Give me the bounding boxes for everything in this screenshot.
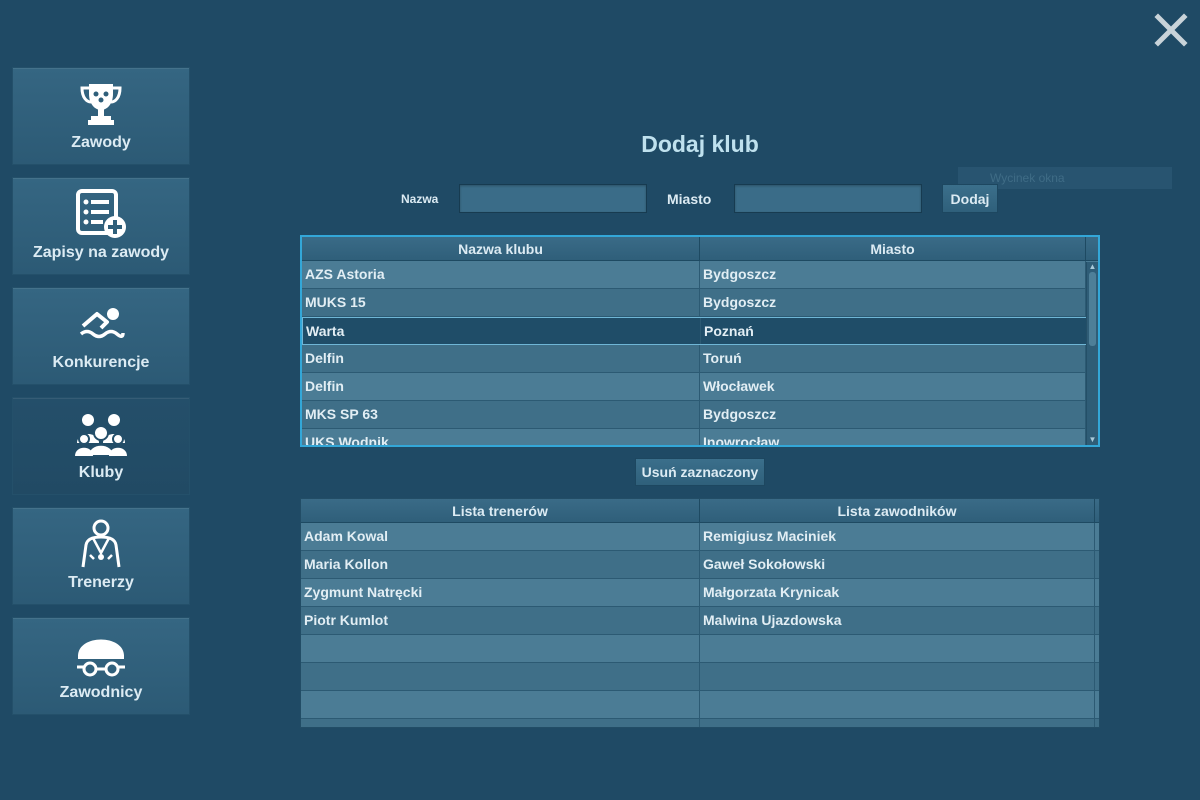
member-cell-a: Piotr Kumlot	[301, 607, 700, 634]
table-row[interactable]	[301, 719, 1099, 727]
add-club-button[interactable]: Dodaj	[942, 184, 998, 213]
scrollbar-thumb[interactable]	[1089, 272, 1096, 346]
nav-konkurencje-label: Konkurencje	[52, 354, 150, 371]
column-header-swimmers[interactable]: Lista zawodników	[700, 499, 1095, 522]
member-cell-a	[301, 663, 700, 690]
nav-zawodnicy-button[interactable]: Zawodnicy	[12, 617, 190, 715]
table-row[interactable]: Maria Kollon Gaweł Sokołowski	[301, 551, 1099, 579]
club-cell-b: Bydgoszcz	[700, 289, 1086, 316]
clubs-scrollbar[interactable]: ▲ ▼	[1086, 262, 1098, 445]
member-cell-b	[700, 719, 1095, 727]
swimmer-icon	[73, 298, 129, 350]
trophy-icon	[73, 78, 129, 130]
scroll-up-icon[interactable]: ▲	[1087, 262, 1098, 272]
swim-cap-goggles-icon	[73, 628, 129, 680]
sidebar: Zawody Zapisy na zawody Konkurencje Klub…	[12, 67, 190, 727]
nav-kluby-button[interactable]: Kluby	[12, 397, 190, 495]
nav-trenerzy-button[interactable]: Trenerzy	[12, 507, 190, 605]
delete-selected-button[interactable]: Usuń zaznaczony	[635, 458, 765, 486]
club-cell-a: Warta	[303, 318, 701, 344]
table-row[interactable]: UKS Wodnik Inowrocław	[302, 429, 1098, 445]
members-table-body: Adam Kowal Remigiusz Maciniek Maria Kollon…	[301, 523, 1099, 727]
table-row[interactable]: AZS Astoria Bydgoszcz	[302, 261, 1098, 289]
club-cell-a: AZS Astoria	[302, 261, 700, 288]
miasto-input[interactable]	[734, 184, 922, 213]
group-icon	[73, 408, 129, 460]
close-icon[interactable]	[1153, 12, 1189, 48]
nazwa-input[interactable]	[459, 184, 647, 213]
club-cell-a: Delfin	[302, 345, 700, 372]
club-cell-a: Delfin	[302, 373, 700, 400]
table-row[interactable]	[301, 691, 1099, 719]
table-row[interactable]	[301, 663, 1099, 691]
member-cell-a	[301, 719, 700, 727]
table-row[interactable]: Warta Poznań	[302, 317, 1098, 345]
nav-kluby-label: Kluby	[78, 464, 124, 481]
member-cell-b: Gaweł Sokołowski	[700, 551, 1095, 578]
list-add-icon	[73, 188, 129, 240]
club-cell-a: MUKS 15	[302, 289, 700, 316]
nav-konkurencje-button[interactable]: Konkurencje	[12, 287, 190, 385]
member-cell-a: Zygmunt Natręcki	[301, 579, 700, 606]
member-cell-b	[700, 691, 1095, 718]
coach-icon	[73, 518, 129, 570]
club-cell-a: MKS SP 63	[302, 401, 700, 428]
member-cell-a	[301, 691, 700, 718]
member-cell-a: Maria Kollon	[301, 551, 700, 578]
column-header-club-name[interactable]: Nazwa klubu	[302, 237, 700, 260]
member-cell-b: Remigiusz Maciniek	[700, 523, 1095, 550]
club-cell-b: Poznań	[701, 318, 1087, 344]
table-row[interactable]: MUKS 15 Bydgoszcz	[302, 289, 1098, 317]
table-row[interactable]: Adam Kowal Remigiusz Maciniek	[301, 523, 1099, 551]
club-cell-b: Bydgoszcz	[700, 401, 1086, 428]
club-cell-b: Bydgoszcz	[700, 261, 1086, 288]
club-cell-b: Toruń	[700, 345, 1086, 372]
clubs-table-header: Nazwa klubu Miasto	[302, 237, 1098, 261]
member-cell-a: Adam Kowal	[301, 523, 700, 550]
table-row[interactable]: Delfin Włocławek	[302, 373, 1098, 401]
member-cell-a	[301, 635, 700, 662]
member-cell-b: Małgorzata Krynicak	[700, 579, 1095, 606]
nav-zawodnicy-label: Zawodnicy	[59, 684, 143, 701]
clubs-table-body: AZS Astoria Bydgoszcz MUKS 15 Bydgoszcz Wart…	[302, 261, 1098, 445]
table-row[interactable]: MKS SP 63 Bydgoszcz	[302, 401, 1098, 429]
column-header-coaches[interactable]: Lista trenerów	[301, 499, 700, 522]
table-row[interactable]: Zygmunt Natręcki Małgorzata Krynicak	[301, 579, 1099, 607]
member-cell-b	[700, 663, 1095, 690]
nav-zapisy-label: Zapisy na zawody	[32, 244, 170, 261]
nav-zawody-label: Zawody	[71, 134, 131, 151]
club-cell-b: Włocławek	[700, 373, 1086, 400]
nav-trenerzy-label: Trenerzy	[68, 574, 134, 591]
member-cell-b	[700, 635, 1095, 662]
table-row[interactable]: Delfin Toruń	[302, 345, 1098, 373]
nav-zawody-button[interactable]: Zawody	[12, 67, 190, 165]
nav-zapisy-button[interactable]: Zapisy na zawody	[12, 177, 190, 275]
members-table[interactable]: Lista trenerów Lista zawodników Adam Kow…	[300, 498, 1100, 728]
page-title: Dodaj klub	[641, 131, 759, 157]
miasto-label: Miasto	[667, 191, 712, 207]
club-cell-b: Inowrocław	[700, 429, 1086, 445]
clubs-table[interactable]: Nazwa klubu Miasto AZS Astoria Bydgoszcz M…	[300, 235, 1100, 447]
table-row[interactable]: Piotr Kumlot Malwina Ujazdowska	[301, 607, 1099, 635]
scroll-down-icon[interactable]: ▼	[1087, 435, 1098, 445]
club-cell-a: UKS Wodnik	[302, 429, 700, 445]
nazwa-label: Nazwa	[401, 192, 439, 206]
close-button[interactable]	[1153, 12, 1189, 48]
members-table-header: Lista trenerów Lista zawodników	[301, 499, 1099, 523]
member-cell-b: Malwina Ujazdowska	[700, 607, 1095, 634]
column-header-city[interactable]: Miasto	[700, 237, 1086, 260]
table-row[interactable]	[301, 635, 1099, 663]
